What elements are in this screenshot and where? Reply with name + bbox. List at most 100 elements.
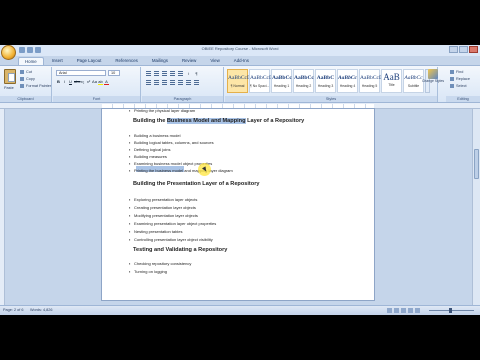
copy-button[interactable]: Copy [20,77,35,81]
underline-button[interactable]: U [68,79,73,84]
window-title: OBIEE Repository Course - Microsoft Word [201,46,279,51]
list-item: Creating presentation layer objects [129,205,196,210]
style-sample: AaBbC [316,75,335,81]
bold-button[interactable]: B [56,79,61,84]
justify-icon[interactable] [170,80,175,85]
select-button[interactable]: Select [450,84,467,88]
shading-icon[interactable] [186,80,191,85]
bullets-icon[interactable] [146,71,151,76]
font-color-button[interactable]: A [104,79,109,85]
word-count[interactable]: Words: 4,826 [30,308,53,312]
replace-button[interactable]: Replace [450,77,470,81]
style-name: ¶ No Spaci... [250,84,270,88]
change-styles-icon [428,69,438,79]
strikethrough-button[interactable]: abc [74,79,80,84]
heading-text: Layer of a Repository [245,118,305,124]
copy-icon [20,77,24,81]
brush-icon [20,84,24,88]
draft-icon[interactable] [415,308,420,313]
tab-review[interactable]: Review [176,57,202,65]
style-name: Title [388,83,395,87]
list-item: Nesting presentation tables [129,229,183,234]
list-item: Exploring presentation layer objects [129,197,197,202]
clipboard-group-label: Clipboard [0,96,51,102]
zoom-slider[interactable] [429,308,474,313]
tab-view[interactable]: View [204,57,225,65]
show-marks-icon[interactable]: ¶ [194,71,199,76]
tab-home[interactable]: Home [18,57,44,65]
style-heading-3[interactable]: AaBbC Heading 3 [315,69,336,93]
cut-button[interactable]: Cut [20,70,32,74]
editing-group-label: Editing [446,96,480,102]
find-button[interactable]: Find [450,70,463,74]
decrease-indent-icon[interactable] [170,71,175,76]
status-bar: Page: 2 of 6 Words: 4,826 [0,305,480,315]
list-item: Checking repository consistency [129,261,191,266]
style-heading-5[interactable]: AaBbCcD Heading 5 [359,69,383,93]
multilevel-list-icon[interactable] [162,71,167,76]
style-sample: AaB [383,72,400,82]
ribbon-tabs: Home Insert Page Layout References Maili… [18,57,255,65]
vertical-scrollbar[interactable] [472,109,480,305]
font-size-input[interactable]: 10 [108,70,120,76]
list-item: Building measures [129,154,167,159]
close-button[interactable] [469,46,478,53]
style-name: ¶ Normal [230,84,245,88]
style-heading-4[interactable]: AaBbCc Heading 4 [337,69,358,93]
find-label: Find [456,70,464,74]
web-layout-icon[interactable] [401,308,406,313]
format-painter-button[interactable]: Format Painter [20,84,51,88]
styles-group-label: Styles [225,96,437,102]
minimize-button[interactable] [449,46,458,53]
maximize-button[interactable] [459,46,468,53]
align-right-icon[interactable] [162,80,167,85]
document-page[interactable]: Printing the physical layer diagram Buil… [102,108,374,300]
change-styles-button[interactable]: Change Styles [420,68,446,92]
select-label: Select [456,84,467,88]
tab-add-ins[interactable]: Add-Ins [228,57,255,65]
numbering-icon[interactable] [154,71,159,76]
tab-page-layout[interactable]: Page Layout [71,57,108,65]
paragraph-row-2 [146,80,199,85]
word-window: OBIEE Repository Course - Microsoft Word… [0,45,480,315]
font-group: Arial 10 B I U abc x₂ x² Aa ab A Font [53,67,141,102]
sort-icon[interactable]: ↕ [186,71,191,76]
change-case-button[interactable]: Aa [92,79,97,84]
font-name-input[interactable]: Arial [56,70,106,76]
tab-insert[interactable]: Insert [46,57,69,65]
italic-button[interactable]: I [62,79,67,84]
style-heading-2[interactable]: AaBbCc Heading 2 [293,69,314,93]
increase-indent-icon[interactable] [178,71,183,76]
full-screen-icon[interactable] [394,308,399,313]
style-sample: AaBbCcDc [250,75,276,81]
scrollbar-thumb[interactable] [474,149,479,179]
style-sample: AaBbCc [272,75,292,81]
highlight-button[interactable]: ab [98,79,103,85]
align-center-icon[interactable] [154,80,159,85]
editing-group: Find Replace Select Editing [446,67,480,102]
outline-icon[interactable] [408,308,413,313]
paragraph-group: ↕ ¶ Paragraph [142,67,224,102]
align-left-icon[interactable] [146,80,151,85]
style-title[interactable]: AaB Title [381,69,402,93]
print-layout-icon[interactable] [387,308,392,313]
list-item: Examining presentation layer object prop… [129,221,216,226]
paragraph-group-label: Paragraph [142,96,223,102]
list-item: Modifying presentation layer objects [129,213,198,218]
style-normal[interactable]: AaBbCcDc ¶ Normal [227,69,253,93]
tab-references[interactable]: References [109,57,143,65]
tab-mailings[interactable]: Mailings [146,57,174,65]
superscript-button[interactable]: x² [86,79,91,84]
subscript-button[interactable]: x₂ [80,79,85,84]
paste-icon[interactable] [4,69,16,84]
style-no-spacing[interactable]: AaBbCcDc ¶ No Spaci... [249,69,276,93]
paste-label[interactable]: Paste [4,86,14,90]
style-heading-1[interactable]: AaBbCc Heading 1 [271,69,292,93]
page-count[interactable]: Page: 2 of 6 [3,308,23,312]
section-heading: Building the Business Model and Mapping … [133,118,304,124]
style-name: Heading 4 [339,84,356,88]
line-spacing-icon[interactable] [178,80,183,85]
selected-text[interactable]: Business Model and Mapping [166,118,246,124]
vertical-ruler[interactable] [0,109,5,305]
borders-icon[interactable] [194,80,199,85]
